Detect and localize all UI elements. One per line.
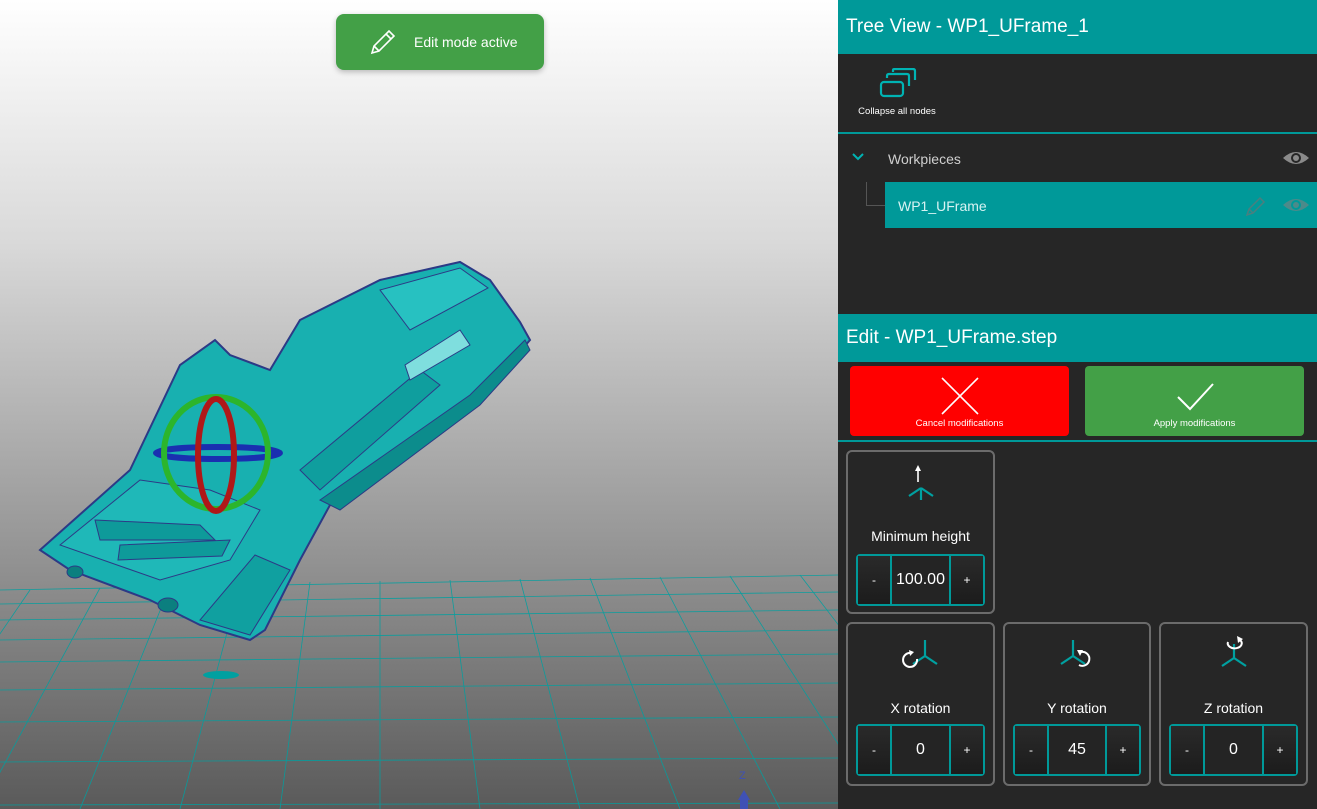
y-rotation-stepper: - 45 + [1013,724,1141,776]
eye-icon[interactable] [1282,148,1310,168]
tree-node-label: WP1_UFrame [898,198,987,214]
cancel-label: Cancel modifications [915,418,1004,429]
x-rotation-increment-button[interactable]: + [949,726,983,774]
x-rotation-decrement-button[interactable]: - [858,726,892,774]
edit-mode-toast[interactable]: Edit mode active [336,14,544,70]
axis-arrow-icon [738,790,750,809]
collapse-all-button[interactable]: Collapse all nodes [852,68,942,124]
collapse-all-label: Collapse all nodes [858,106,936,117]
x-rotation-label: X rotation [890,700,951,716]
close-icon [940,377,979,415]
tree: Workpieces WP1_UFrame [838,136,1317,314]
floor-grid [0,574,838,809]
min-height-label: Minimum height [871,528,970,544]
x-rotation-input[interactable]: 0 [892,726,949,774]
x-rotation-card: X rotation - 0 + [846,622,995,786]
collapse-all-icon [879,68,917,98]
chevron-down-icon[interactable] [850,149,866,165]
pencil-icon [370,29,396,55]
tree-toolbar: Collapse all nodes [838,54,1317,134]
y-rotation-label: Y rotation [1047,700,1107,716]
pencil-icon[interactable] [1245,195,1267,217]
edit-header: Edit - WP1_UFrame.step [838,314,1317,362]
tree-connector [866,182,886,206]
y-rotation-decrement-button[interactable]: - [1015,726,1049,774]
z-rotation-increment-button[interactable]: + [1262,726,1296,774]
3d-viewport[interactable]: Edit mode active Z [0,0,838,809]
apply-modifications-button[interactable]: Apply modifications [1085,366,1304,436]
min-height-input[interactable]: 100.00 [892,556,949,604]
z-rotation-decrement-button[interactable]: - [1171,726,1205,774]
apply-label: Apply modifications [1153,418,1236,429]
min-height-increment-button[interactable]: + [949,556,983,604]
eye-icon[interactable] [1282,195,1310,215]
y-rotation-input[interactable]: 45 [1049,726,1105,774]
origin-marker [203,671,239,679]
tree-node-wp1-uframe[interactable]: WP1_UFrame [885,182,1317,228]
z-rotation-label: Z rotation [1203,700,1264,716]
axis-indicator: Z [734,770,754,809]
min-height-stepper: - 100.00 + [856,554,985,606]
z-rotation-card: Z rotation - 0 + [1159,622,1308,786]
edit-title: Edit - WP1_UFrame.step [846,327,1058,348]
min-height-icon [907,465,934,500]
x-rotation-stepper: - 0 + [856,724,985,776]
cancel-modifications-button[interactable]: Cancel modifications [850,366,1069,436]
z-axis-label: Z [739,770,746,782]
z-rotation-input[interactable]: 0 [1205,726,1262,774]
toast-text: Edit mode active [414,34,518,50]
tree-view-header: Tree View - WP1_UFrame_1 [838,0,1317,54]
edit-actions: Cancel modifications Apply modifications [838,362,1317,442]
side-panel: Tree View - WP1_UFrame_1 Collapse all no… [838,0,1317,809]
checkmark-icon [1176,383,1214,411]
scene-canvas[interactable] [0,0,838,809]
y-rotation-card: Y rotation - 45 + [1003,622,1151,786]
z-rotation-stepper: - 0 + [1169,724,1298,776]
x-rotation-icon [901,640,938,668]
tree-node-label: Workpieces [888,151,961,167]
tree-view-title: Tree View - WP1_UFrame_1 [846,16,1089,37]
workpiece-model[interactable] [38,260,532,642]
tree-node-workpieces[interactable]: Workpieces [838,136,1317,182]
z-rotation-icon [1220,636,1247,667]
min-height-card: Minimum height - 100.00 + [846,450,995,614]
y-rotation-increment-button[interactable]: + [1105,726,1139,774]
y-rotation-icon [1060,640,1091,667]
min-height-decrement-button[interactable]: - [858,556,892,604]
